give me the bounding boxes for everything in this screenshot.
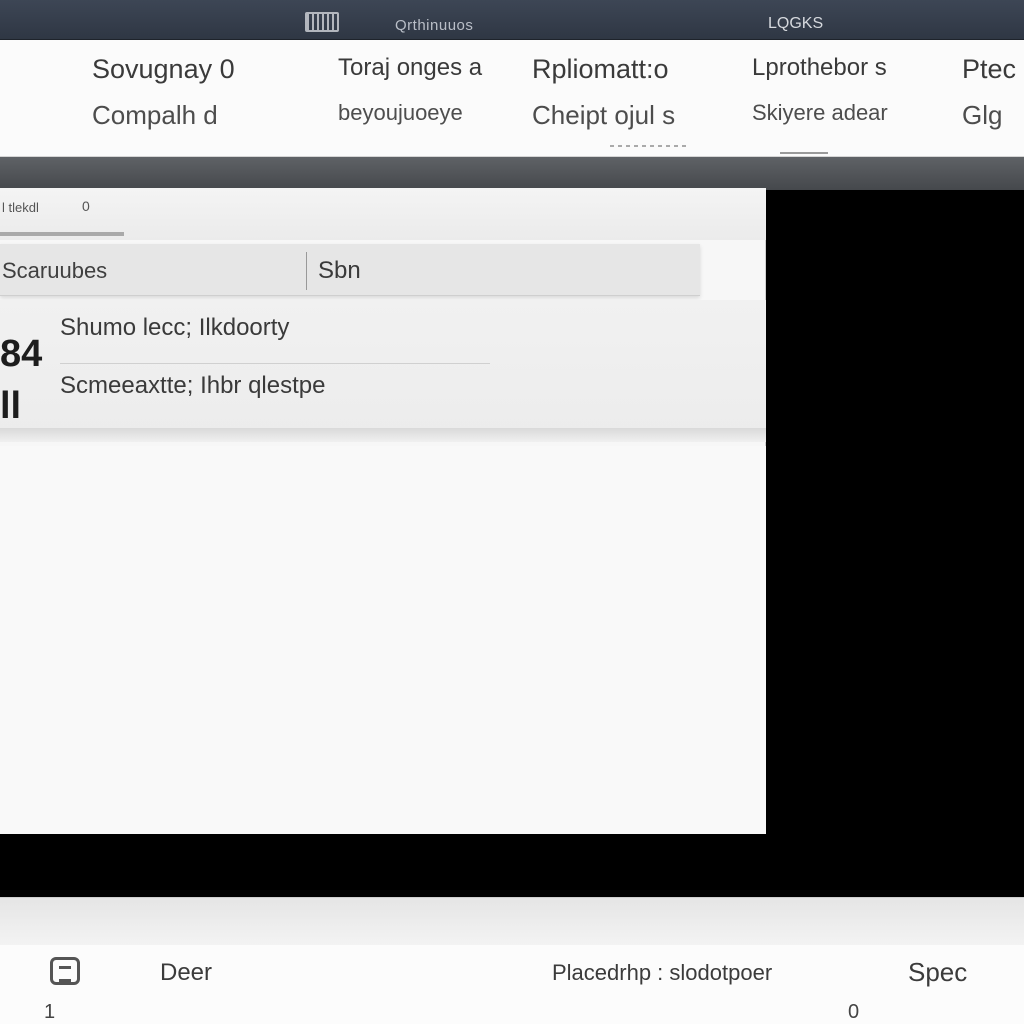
- menu-item[interactable]: Toraj onges a: [338, 54, 482, 92]
- menu-column-5: Ptec Glg: [962, 54, 1016, 131]
- status-bar: Deer Placedrhp : slodotpoer Spec 1 0: [0, 945, 1024, 1024]
- menu-item[interactable]: Skiyere adear: [752, 100, 888, 126]
- title-bar: Qrthinuuos LQGKS: [0, 0, 1024, 40]
- window-subtitle: LQGKS: [768, 15, 824, 32]
- menu-column-2: Toraj onges a beyoujuoeye: [338, 54, 482, 126]
- divider: [0, 428, 766, 442]
- status-right-label[interactable]: Spec: [908, 957, 967, 988]
- list-item[interactable]: Shumo lecc; Ilkdoorty: [60, 314, 490, 364]
- list-item[interactable]: Scmeeaxtte; Ihbr qlestpe: [60, 372, 490, 422]
- menu-item[interactable]: Lprothebor s: [752, 54, 888, 92]
- menu-column-1: Sovugnay 0 Compalh d: [92, 54, 235, 131]
- printer-icon[interactable]: [50, 957, 80, 985]
- grid-icon: [305, 12, 339, 32]
- status-mid-label[interactable]: Placedrhp : slodotpoer: [552, 960, 772, 986]
- tab-indicator[interactable]: [0, 232, 124, 236]
- window-title: Qrthinuuos: [395, 17, 474, 34]
- menu-bar: Sovugnay 0 Compalh d Toraj onges a beyou…: [0, 40, 1024, 157]
- menu-item[interactable]: beyoujuoeye: [338, 100, 482, 126]
- menu-item[interactable]: Sovugnay 0: [92, 54, 235, 92]
- status-number: 0: [848, 1001, 860, 1023]
- options-list: 84 ll Shumo lecc; Ilkdoorty Scmeeaxtte; …: [0, 300, 766, 440]
- field-label: Scaruubes: [2, 258, 108, 283]
- status-number: 1: [44, 1001, 56, 1023]
- menu-column-4: Lprothebor s Skiyere adear: [752, 54, 888, 126]
- divider: [780, 152, 828, 154]
- menu-item[interactable]: Glg: [962, 100, 1016, 131]
- side-label: 84 ll: [0, 333, 43, 427]
- field-row: Scaruubes Sbn: [0, 244, 700, 296]
- status-left-label[interactable]: Deer: [160, 959, 212, 987]
- dialog-header: l tlekdl 0: [0, 188, 766, 240]
- toolbar-band: [0, 157, 1024, 190]
- divider: [610, 145, 690, 147]
- close-icon[interactable]: 0: [82, 198, 90, 214]
- menu-item[interactable]: Rpliomatt:o: [532, 54, 675, 92]
- menu-item[interactable]: Compalh d: [92, 100, 235, 131]
- divider: [306, 252, 307, 290]
- dialog-panel: l tlekdl 0 Scaruubes Sbn 84 ll Shumo lec…: [0, 188, 766, 834]
- menu-column-3: Rpliomatt:o Cheipt ojul s: [532, 54, 675, 131]
- dialog-title: l tlekdl: [2, 200, 39, 215]
- field-input[interactable]: Sbn: [318, 257, 688, 287]
- bottom-toolbar: [0, 897, 1024, 945]
- dialog-body: [0, 446, 766, 834]
- menu-item[interactable]: Ptec: [962, 54, 1016, 92]
- menu-item[interactable]: Cheipt ojul s: [532, 100, 675, 131]
